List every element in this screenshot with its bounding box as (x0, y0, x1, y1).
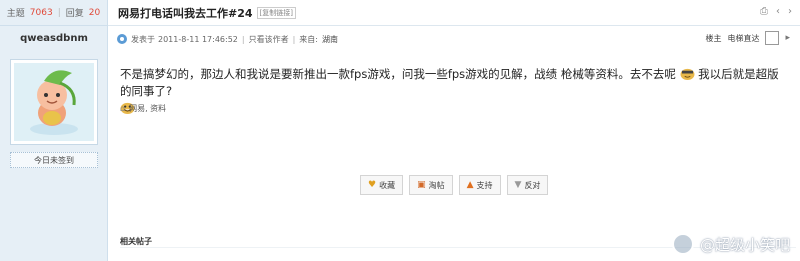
post-tags: ⌂ 网易, 资料 (120, 103, 166, 114)
author-stats: 主题 7063 | 回复 20 (0, 0, 107, 26)
print-icon[interactable]: ⎙ (760, 6, 768, 17)
thumbs-up-icon: ▲ (466, 180, 474, 190)
smiley-emoji-icon (680, 68, 694, 80)
sign-in-button[interactable]: 今日未签到 (10, 152, 98, 168)
online-status-icon (117, 34, 127, 44)
thumbs-down-icon: ▼ (514, 180, 522, 190)
meta-divider: | (292, 34, 296, 44)
watermark: @超级小笑吧 (671, 233, 790, 255)
tag-links[interactable]: 网易, 资料 (129, 103, 166, 114)
title-tools: ⎙ ‹ › (760, 6, 792, 17)
author-sidebar: 主题 7063 | 回复 20 qweasdbnm 今日未签到 (0, 0, 108, 261)
floor-label: 楼主 (705, 33, 722, 43)
meta-divider: | (241, 34, 245, 44)
post-meta: 发表于 2011-8-11 17:46:52 | 只看该作者 | 来自: 湖南 (116, 30, 792, 48)
replies-count[interactable]: 20 (89, 8, 100, 18)
related-threads-heading: 相关帖子 (120, 237, 152, 246)
source-location: 湖南 (321, 34, 338, 44)
tag-icon: ⌂ (120, 104, 126, 113)
oppose-button[interactable]: ▼ 反对 (506, 175, 549, 195)
author-username[interactable]: qweasdbnm (0, 33, 108, 44)
theme-label: 主题 (6, 9, 25, 19)
heart-icon: ♥ (368, 180, 377, 190)
source-prefix: 来自: (299, 34, 318, 44)
next-thread-icon[interactable]: › (788, 6, 792, 17)
replies-label: 回复 (65, 9, 84, 19)
favorite-label: 收藏 (379, 180, 396, 190)
only-author-link[interactable]: 只看该作者 (249, 34, 289, 45)
floor-tools: 楼主 电梯直达 ▸ (705, 31, 790, 45)
floor-jump-input[interactable] (765, 31, 780, 45)
share-button[interactable]: ▣ 淘帖 (409, 175, 453, 195)
support-label: 支持 (476, 180, 493, 190)
favorite-button[interactable]: ♥ 收藏 (360, 175, 404, 195)
watermark-logo-icon (671, 233, 694, 255)
post-title-bar: 网易打电话叫我去工作#24 [复制链接] (108, 0, 800, 26)
jump-label: 电梯直达 (727, 33, 760, 43)
post-content: 不是搞梦幻的，那边人和我说是要新推出一款fps游戏，问我一些fps游戏的见解，战… (120, 66, 788, 117)
post-title: 网易打电话叫我去工作#24 (118, 6, 253, 20)
post-actions: ♥ 收藏 ▣ 淘帖 ▲ 支持 ▼ 反对 (360, 175, 549, 195)
post-main: 网易打电话叫我去工作#24 [复制链接] ⎙ ‹ › 发表于 2011-8-11… (108, 0, 800, 261)
watermark-text: @超级小笑吧 (699, 235, 790, 254)
oppose-label: 反对 (524, 180, 541, 190)
stats-divider: | (57, 7, 61, 18)
posted-time: 2011-8-11 17:46:52 (158, 34, 238, 44)
support-button[interactable]: ▲ 支持 (458, 175, 501, 195)
content-text-part1: 不是搞梦幻的，那边人和我说是要新推出一款fps游戏，问我一些fps游戏的见解，战… (120, 67, 676, 81)
prev-thread-icon[interactable]: ‹ (776, 6, 780, 17)
copy-link-tag[interactable]: [复制链接] (256, 6, 296, 19)
share-label: 淘帖 (428, 180, 445, 190)
avatar[interactable] (10, 59, 98, 145)
collect-icon: ▣ (417, 180, 426, 190)
posted-prefix: 发表于 (131, 34, 155, 44)
go-arrow-icon[interactable]: ▸ (785, 33, 790, 43)
theme-count[interactable]: 7063 (30, 8, 53, 18)
